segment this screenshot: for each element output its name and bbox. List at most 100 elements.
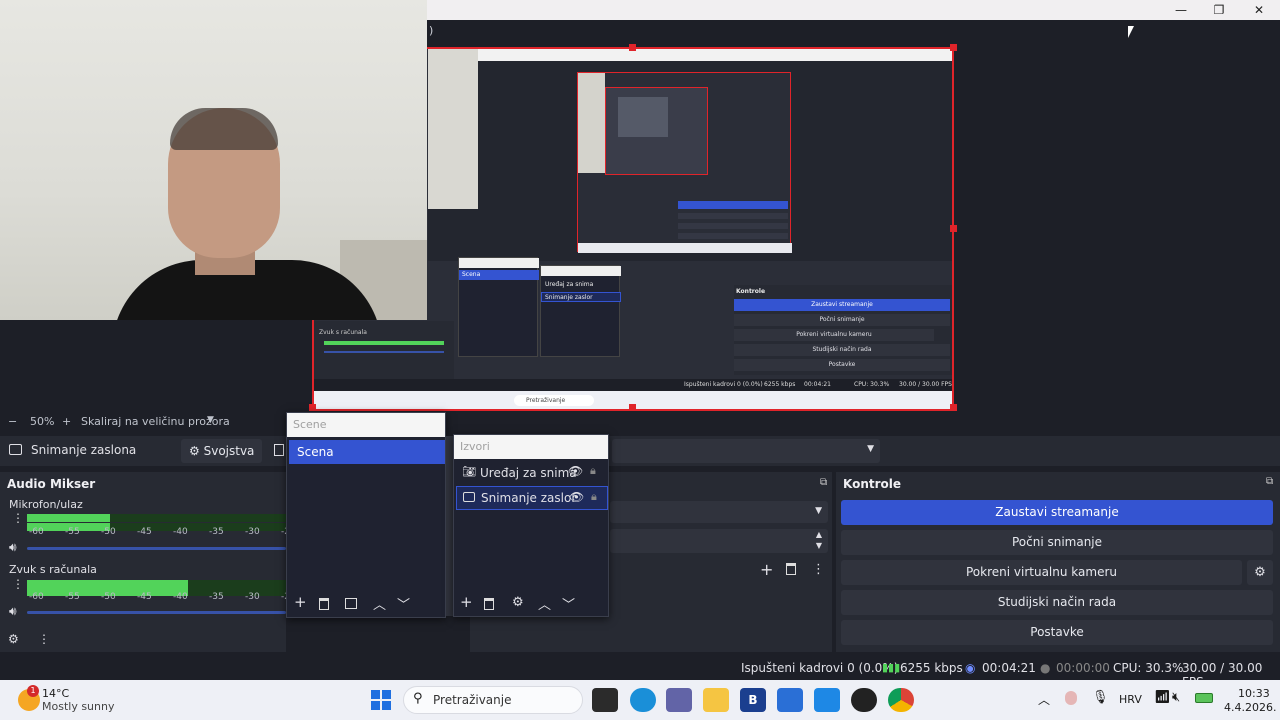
task-view-icon[interactable] (592, 688, 618, 712)
chevron-down-icon[interactable]: ▼ (207, 415, 214, 425)
windows-start-icon[interactable] (371, 690, 391, 710)
resize-handle-bottom-left[interactable] (309, 404, 316, 411)
mail-icon[interactable] (814, 688, 840, 712)
volume-slider[interactable] (27, 547, 286, 550)
resize-handle-right[interactable] (950, 225, 957, 232)
speaker-muted-icon[interactable]: 🔇︎ (1172, 690, 1180, 705)
camera-icon: 📷︎ (462, 465, 476, 478)
resize-handle-bottom-right[interactable] (950, 404, 957, 411)
transition-duration-spin[interactable]: ▲ ▼ (610, 529, 828, 553)
scenes-filter[interactable]: Scene (287, 413, 445, 437)
obs-icon[interactable] (851, 688, 877, 712)
weather-desc: Mostly sunny (42, 700, 115, 713)
teams-icon[interactable] (666, 688, 692, 712)
tray-app-icon[interactable] (1065, 691, 1077, 705)
restore-button[interactable]: ❐ (1200, 2, 1238, 18)
file-explorer-icon[interactable] (703, 688, 729, 712)
zoom-out-button[interactable]: − (8, 415, 17, 428)
edge-icon[interactable] (630, 688, 656, 712)
source-item[interactable]: 📷︎ Uređaj za snima 👁︎ 🔒︎ (456, 462, 608, 484)
settings-button[interactable]: Postavke (841, 620, 1273, 645)
meter-scale-tick: -40 (173, 592, 188, 602)
volume-slider[interactable] (27, 611, 286, 614)
minimize-button[interactable]: — (1162, 2, 1200, 18)
nested-controls: Kontrole Zaustavi streamanje Počni snima… (734, 285, 952, 375)
chrome-icon[interactable] (888, 688, 914, 712)
trash-icon[interactable] (319, 598, 329, 610)
dock-float-icon[interactable]: ⧉ (820, 477, 827, 488)
close-button[interactable]: ✕ (1240, 2, 1278, 18)
meter-scale: -60-55-50-45-40-35-30-25 (27, 527, 296, 539)
spin-arrows-icon: ▲ ▼ (815, 530, 822, 550)
advanced-audio-gear-icon[interactable]: ⚙ (8, 632, 19, 646)
more-menu-icon[interactable]: ⋮ (812, 562, 825, 577)
move-up-icon[interactable]: ︿ (538, 594, 551, 613)
chevron-down-icon: ▼ (815, 506, 822, 516)
source-toolbar: Snimanje zaslona ⚙ Svojstva ▼ (0, 436, 1280, 466)
meter-scale-tick: -30 (245, 592, 260, 602)
window-title: ) (429, 24, 434, 37)
meter-scale-tick: -55 (65, 527, 80, 537)
lock-icon[interactable]: 🔒︎ (590, 464, 596, 478)
trash-icon[interactable] (786, 563, 796, 575)
resize-handle-bottom[interactable] (629, 404, 636, 411)
mixer-menu-icon[interactable]: ⋮ (38, 632, 50, 646)
audio-mixer-dock: Audio Mikser Mikrofon/ulaz ⋮ -60 -55 -50 -4… (0, 472, 296, 652)
filters-icon[interactable] (345, 598, 357, 609)
virtual-camera-settings-gear-icon[interactable]: ⚙ (1247, 560, 1273, 585)
speaker-icon[interactable]: 🔊︎ (9, 540, 17, 555)
speaker-icon[interactable]: 🔊︎ (9, 604, 17, 619)
move-down-icon[interactable]: ﹀ (397, 594, 410, 613)
move-down-icon[interactable]: ﹀ (562, 594, 575, 613)
store-icon[interactable] (777, 688, 803, 712)
track-name: Zvuk s računala (9, 563, 97, 576)
dock-float-icon[interactable]: ⧉ (1266, 476, 1273, 487)
app-b-icon[interactable]: B (740, 688, 766, 712)
add-scene-icon[interactable]: + (294, 595, 307, 610)
clock-time[interactable]: 10:33 (1238, 687, 1270, 700)
track-menu-icon[interactable]: ⋮ (12, 578, 24, 597)
resize-handle-top[interactable] (629, 44, 636, 51)
sources-filter[interactable]: Izvori (454, 435, 608, 459)
wifi-icon[interactable]: 📶︎ (1154, 690, 1171, 705)
battery-icon[interactable] (1195, 693, 1213, 703)
start-recording-button[interactable]: Počni snimanje (841, 530, 1273, 555)
meter-scale-tick: -45 (137, 527, 152, 537)
volume-meter (27, 514, 286, 522)
nested-statusbar: Ispušteni kadrovi 0 (0.0%) 6255 kbps 00:… (314, 379, 952, 391)
add-icon[interactable]: + (760, 560, 773, 579)
status-bar: Ispušteni kadrovi 0 (0.0%) ▮▮▮ 6255 kbps… (0, 656, 1280, 689)
trash-icon[interactable] (484, 598, 494, 610)
nested-scenes: Scena (458, 257, 539, 357)
clock-date[interactable]: 4.4.2026. (1224, 701, 1276, 714)
eye-icon[interactable]: 👁︎ (569, 490, 584, 504)
stop-streaming-button[interactable]: Zaustavi streamanje (841, 500, 1273, 525)
scene-item[interactable]: Scena (289, 440, 445, 464)
lock-icon[interactable]: 🔒︎ (591, 490, 597, 504)
monitor-icon (463, 492, 475, 502)
tray-chevron-up-icon[interactable]: ︿ (1038, 691, 1050, 708)
studio-mode-button[interactable]: Studijski način rada (841, 590, 1273, 615)
zoom-in-button[interactable]: + (62, 415, 71, 428)
source-item-selected[interactable]: Snimanje zaslor 👁︎ 🔒︎ (456, 486, 608, 510)
properties-button[interactable]: ⚙ Svojstva (181, 439, 263, 463)
transition-select[interactable]: ▼ (612, 439, 880, 463)
eye-icon[interactable]: 👁︎ (568, 464, 583, 478)
menu-bar: ) (427, 20, 1280, 42)
nested-capture-2 (577, 72, 792, 253)
language-indicator[interactable]: HRV (1119, 693, 1142, 706)
resize-handle-top-right[interactable] (950, 44, 957, 51)
meter-scale-tick: -60 (29, 527, 44, 537)
transition-type-select[interactable]: ▼ (610, 501, 828, 523)
meter-scale-tick: -45 (137, 592, 152, 602)
start-virtual-camera-button[interactable]: Pokreni virtualnu kameru (841, 560, 1242, 585)
track-menu-icon[interactable]: ⋮ (12, 512, 24, 531)
move-up-icon[interactable]: ︿ (373, 594, 386, 613)
microphone-icon[interactable]: 🎙︎ (1092, 690, 1109, 705)
gear-icon[interactable]: ⚙ (512, 595, 524, 610)
bitrate: 6255 kbps (900, 661, 963, 675)
add-source-icon[interactable]: + (460, 595, 473, 610)
zoom-level: 50% (30, 415, 55, 428)
filters-icon[interactable] (274, 444, 284, 456)
taskbar-search[interactable]: ⚲ Pretraživanje (403, 686, 583, 714)
